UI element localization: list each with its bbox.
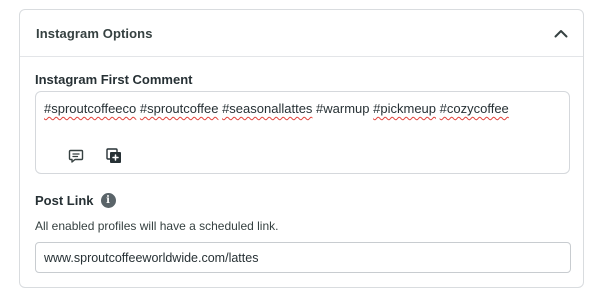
info-icon[interactable]: i — [100, 193, 116, 208]
hashtag: #pickmeup — [373, 101, 437, 116]
post-link-input[interactable] — [35, 242, 571, 273]
post-link-label: Post Link — [35, 193, 94, 208]
first-comment-textarea[interactable]: #sproutcoffeeco #sproutcoffee #seasonall… — [35, 91, 570, 174]
hashtag: #seasonallattes — [222, 101, 313, 116]
hashtag: #sproutcoffeeco — [44, 101, 137, 116]
hashtag: #cozycoffee — [439, 101, 509, 116]
post-link-header: Post Link i — [35, 193, 116, 208]
hashtag: #sproutcoffee — [139, 101, 219, 116]
hashtag: #warmup — [316, 101, 370, 116]
instagram-options-panel: Instagram Options Instagram First Commen… — [19, 9, 584, 288]
post-link-helper-text: All enabled profiles will have a schedul… — [35, 219, 279, 233]
first-comment-label: Instagram First Comment — [35, 72, 193, 87]
comment-icon[interactable] — [67, 147, 85, 165]
chevron-up-icon[interactable] — [552, 24, 570, 42]
add-media-icon[interactable] — [105, 147, 123, 165]
panel-header[interactable]: Instagram Options — [20, 10, 583, 57]
panel-title: Instagram Options — [36, 25, 153, 41]
first-comment-text[interactable]: #sproutcoffeeco #sproutcoffee #seasonall… — [44, 101, 509, 116]
